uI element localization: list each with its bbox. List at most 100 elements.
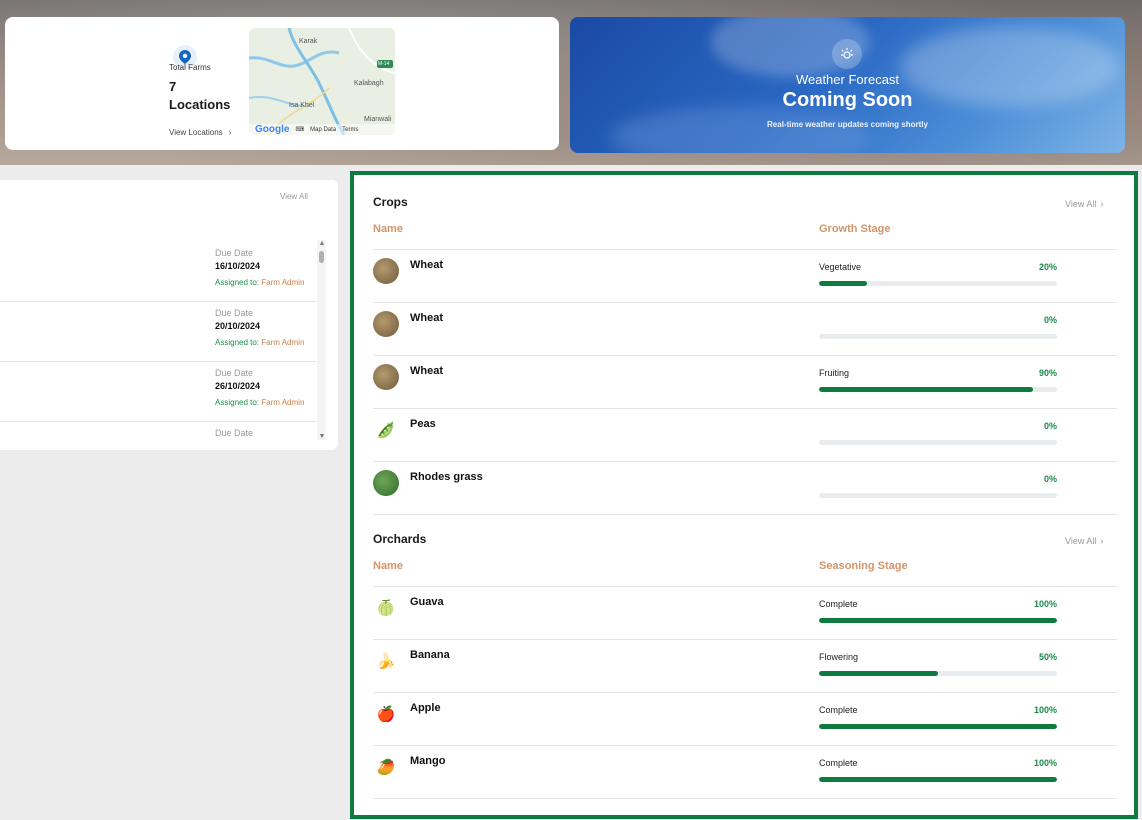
terms-link[interactable]: Terms [342, 127, 358, 133]
assigned-to: Assigned to: Farm Admin [215, 398, 304, 407]
wheat-icon [373, 311, 399, 337]
progress-bar [819, 777, 1057, 782]
total-farms-count: 7 [169, 79, 177, 94]
map-place-label: Mianwali [364, 116, 392, 123]
orchards-view-all-link[interactable]: View All › [1065, 536, 1103, 546]
map-highway-label: M-14 [378, 61, 390, 67]
crops-stage-header: Growth Stage [819, 223, 891, 235]
divider [373, 514, 1117, 515]
map-footer: Google ⌨ Map Data Terms [249, 124, 395, 135]
row-stage: Complete [819, 758, 858, 768]
task-row[interactable]: Due Date 26/10/2024 Assigned to: Farm Ad… [0, 362, 316, 422]
scroll-up-arrow-icon[interactable]: ▲ [318, 240, 326, 247]
row-name: Mango [410, 755, 446, 767]
scroll-down-arrow-icon[interactable]: ▼ [318, 433, 326, 440]
due-date-value: 20/10/2024 [215, 321, 261, 331]
assignee-name: Farm Admin [261, 338, 305, 347]
total-farms-label: Total Farms [169, 63, 211, 72]
task-row[interactable]: Due Date 20/10/2024 Assigned to: Farm Ad… [0, 302, 316, 362]
progress-fill [819, 387, 1034, 392]
wheat-icon [373, 364, 399, 390]
progress-fill [819, 724, 1057, 729]
progress-bar [819, 387, 1057, 392]
cloud-decoration [610, 107, 870, 153]
progress-bar [819, 493, 1057, 498]
chevron-right-icon: › [228, 128, 232, 137]
orchard-row[interactable]: 🍌 Banana Flowering 50% [373, 640, 1117, 693]
progress-bar [819, 440, 1057, 445]
progress-bar [819, 334, 1057, 339]
peas-icon: 🫛 [376, 422, 396, 439]
row-name: Guava [410, 596, 444, 608]
assigned-to-label: Assigned to: [215, 398, 260, 407]
due-date-label: Due Date [215, 248, 254, 258]
keyboard-icon: ⌨ [295, 127, 305, 133]
row-percent: 100% [1033, 599, 1057, 609]
row-stage: Complete [819, 705, 858, 715]
assigned-to-label: Assigned to: [215, 338, 260, 347]
apple-icon: 🍎 [376, 706, 396, 723]
task-row[interactable]: Due Date [0, 422, 316, 444]
total-farms-unit: Locations [169, 97, 231, 112]
due-date-value: 16/10/2024 [215, 261, 261, 271]
row-percent: 90% [1038, 368, 1057, 378]
progress-fill [819, 777, 1057, 782]
due-date-value: 26/10/2024 [215, 381, 261, 391]
progress-bar [819, 724, 1057, 729]
row-stage: Fruiting [819, 368, 850, 378]
total-farms-card: Total Farms 7 Locations View Locations ›… [5, 17, 559, 150]
crops-name-header: Name [373, 223, 403, 235]
row-percent: 20% [1038, 262, 1057, 272]
view-locations-label: View Locations [169, 128, 223, 137]
chevron-right-icon: › [1100, 199, 1104, 209]
tasks-scrollbar[interactable]: ▲ ▼ [317, 240, 326, 440]
banana-icon: 🍌 [376, 653, 396, 670]
guava-icon: 🍈 [376, 600, 396, 617]
row-name: Wheat [410, 312, 443, 324]
scrollbar-thumb[interactable] [319, 251, 324, 263]
farms-map[interactable]: Karak Kalabagh Isa Khel Mianwali M-14 Go… [249, 28, 395, 135]
assignee-name: Farm Admin [261, 398, 305, 407]
map-data-link[interactable]: Map Data [310, 127, 336, 133]
crops-view-all-link[interactable]: View All › [1065, 199, 1103, 209]
crop-row[interactable]: Wheat Vegetative 20% [373, 250, 1117, 303]
progress-bar [819, 618, 1057, 623]
row-percent: 0% [1043, 421, 1057, 431]
mango-icon: 🥭 [376, 759, 396, 776]
row-name: Rhodes grass [410, 471, 483, 483]
crop-row[interactable]: Rhodes grass 0% [373, 462, 1117, 515]
orchard-row[interactable]: 🍎 Apple Complete 100% [373, 693, 1117, 746]
assignee-name: Farm Admin [261, 278, 305, 287]
crop-row[interactable]: Wheat 0% [373, 303, 1117, 356]
view-locations-link[interactable]: View Locations › [169, 128, 231, 137]
due-date-label: Due Date [215, 428, 254, 438]
orchard-row[interactable]: 🍈 Guava Complete 100% [373, 587, 1117, 640]
weather-title: Weather Forecast [795, 72, 900, 87]
orchard-row[interactable]: 🥭 Mango Complete 100% [373, 746, 1117, 799]
orchards-title: Orchards [373, 532, 427, 546]
task-row[interactable]: Due Date 16/10/2024 Assigned to: Farm Ad… [0, 242, 316, 302]
row-name: Peas [410, 418, 436, 430]
progress-bar [819, 671, 1057, 676]
assigned-to-label: Assigned to: [215, 278, 260, 287]
weather-forecast-card: Weather Forecast Coming Soon Real-time w… [570, 17, 1125, 153]
map-place-label: Isa Khel [289, 102, 315, 109]
weather-subtitle: Real-time weather updates coming shortly [767, 120, 928, 129]
row-percent: 100% [1033, 705, 1057, 715]
orchards-name-header: Name [373, 560, 403, 572]
due-date-label: Due Date [215, 308, 254, 318]
row-name: Banana [410, 649, 450, 661]
map-place-label: Kalabagh [354, 80, 384, 87]
crop-row[interactable]: 🫛 Peas 0% [373, 409, 1117, 462]
wheat-icon [373, 258, 399, 284]
progress-fill [819, 671, 938, 676]
tasks-view-all-link[interactable]: View All [280, 192, 308, 201]
row-percent: 0% [1043, 315, 1057, 325]
row-percent: 100% [1033, 758, 1057, 768]
crop-row[interactable]: Wheat Fruiting 90% [373, 356, 1117, 409]
progress-fill [819, 618, 1057, 623]
weather-headline: Coming Soon [782, 89, 913, 111]
row-name: Wheat [410, 259, 443, 271]
crops-title: Crops [373, 195, 408, 209]
grass-icon [373, 470, 399, 496]
